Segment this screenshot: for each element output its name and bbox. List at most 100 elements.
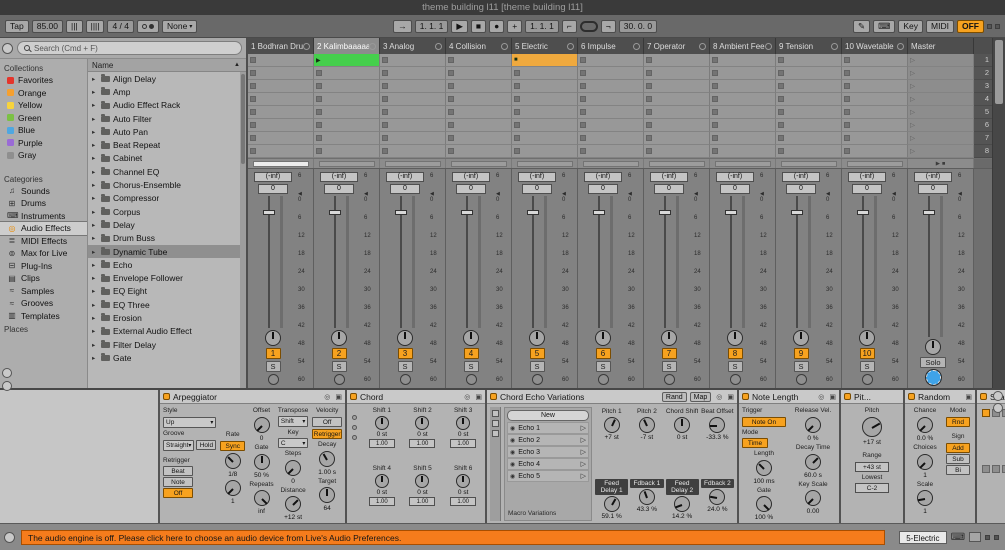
- volume-fader[interactable]: [776, 196, 826, 328]
- param-value[interactable]: 0 st: [377, 431, 387, 438]
- clip-slot[interactable]: [578, 93, 644, 106]
- volume-fader[interactable]: [446, 196, 496, 328]
- retrigger-beat-button[interactable]: Beat: [163, 466, 193, 477]
- record-button[interactable]: ●: [489, 19, 505, 33]
- macro-knob[interactable]: [674, 496, 691, 512]
- param-value[interactable]: inf: [249, 508, 274, 515]
- status-left-toggle[interactable]: [4, 531, 15, 543]
- clip-slot[interactable]: [578, 54, 644, 67]
- velocity-field[interactable]: Off: [312, 416, 342, 427]
- clip-stop-button[interactable]: [778, 148, 784, 154]
- audio-engine-warning[interactable]: The audio engine is off. Please click he…: [21, 529, 886, 545]
- track-header-9[interactable]: 9 Tension: [776, 38, 842, 54]
- arm-button[interactable]: [465, 374, 477, 385]
- clip-slot[interactable]: [512, 67, 578, 80]
- scrollbar-handle[interactable]: [995, 40, 1003, 104]
- clip-stop-button[interactable]: [250, 148, 256, 154]
- repeats-knob[interactable]: [253, 490, 270, 507]
- volume-fader[interactable]: [842, 196, 892, 328]
- key-menu[interactable]: C ▾: [277, 438, 309, 449]
- browser-list-header[interactable]: Name ▲: [88, 59, 246, 72]
- browser-scrollbar[interactable]: [240, 72, 246, 388]
- param-value[interactable]: 1.00 s: [312, 469, 342, 476]
- param-value[interactable]: 0 st: [417, 431, 427, 438]
- search-input[interactable]: Search (Cmd + F): [17, 41, 242, 55]
- collection-item[interactable]: Purple: [0, 137, 87, 150]
- recall-variation-icon[interactable]: ◉: [510, 425, 515, 432]
- volume-fader[interactable]: [644, 196, 694, 328]
- solo-button[interactable]: S: [529, 361, 545, 372]
- browser-item[interactable]: ▸ Audio Effect Rack: [88, 99, 246, 112]
- decay-knob[interactable]: [319, 450, 336, 467]
- clip-stop-button[interactable]: [712, 135, 718, 141]
- param-value[interactable]: 60.0 s: [790, 472, 836, 479]
- groove-menu[interactable]: Straight ▾: [163, 439, 195, 451]
- clip-slot[interactable]: [644, 145, 710, 158]
- draw-mode-button[interactable]: ✎: [852, 19, 871, 33]
- preview-volume-knob[interactable]: [924, 369, 942, 386]
- clip-slot[interactable]: [842, 54, 908, 67]
- pan-knob[interactable]: [793, 330, 809, 346]
- variation-row[interactable]: ◉ Echo 2 ▷: [507, 434, 589, 446]
- arm-button[interactable]: [267, 374, 279, 385]
- fader-handle[interactable]: [527, 210, 539, 215]
- clip-stop-button[interactable]: [514, 109, 520, 115]
- retrigger-note-button[interactable]: Note: [163, 477, 193, 488]
- expand-caret-icon[interactable]: ▸: [92, 354, 98, 362]
- collection-item[interactable]: Blue: [0, 124, 87, 137]
- browser-bottom-toggle[interactable]: [2, 368, 12, 378]
- arrangement-position-field[interactable]: 1. 1. 1: [414, 19, 449, 33]
- clip-stop-button[interactable]: [250, 57, 256, 63]
- launch-variation-icon[interactable]: ▷: [581, 448, 586, 456]
- clip-slot[interactable]: [578, 67, 644, 80]
- meter-peak-display[interactable]: (-inf): [914, 172, 952, 182]
- scene-launch-slot[interactable]: ▷: [908, 106, 974, 119]
- scene-launch-slot[interactable]: ▷: [908, 119, 974, 132]
- browser-item[interactable]: ▸ Echo: [88, 258, 246, 271]
- clip-stop-button[interactable]: [580, 57, 586, 63]
- new-variation-button[interactable]: New: [507, 410, 589, 421]
- track-activator[interactable]: 1: [265, 348, 281, 359]
- scale-knob[interactable]: [917, 490, 933, 507]
- macro-knob[interactable]: [674, 416, 691, 433]
- track-activator[interactable]: 6: [595, 348, 611, 359]
- solo-button[interactable]: S: [859, 361, 875, 372]
- expand-caret-icon[interactable]: ▸: [92, 301, 98, 309]
- clip-slot[interactable]: [446, 93, 512, 106]
- sign-add-button[interactable]: Add: [946, 442, 970, 453]
- expand-caret-icon[interactable]: ▸: [92, 221, 98, 229]
- rand-button[interactable]: Rand: [661, 391, 687, 402]
- shift-knob[interactable]: [415, 415, 430, 430]
- track-header-10[interactable]: 10 Wavetable: [842, 38, 908, 54]
- nudge-down-button[interactable]: |||: [66, 19, 83, 33]
- track-activator[interactable]: 5: [529, 348, 545, 359]
- master-solo-button[interactable]: Solo: [920, 357, 946, 368]
- clip-slot[interactable]: [380, 119, 446, 132]
- clip-stop-button[interactable]: [778, 122, 784, 128]
- device-on-toggle[interactable]: [844, 393, 851, 400]
- clip-stop-button[interactable]: [514, 148, 520, 154]
- track-fold-icon[interactable]: [435, 42, 442, 50]
- param-value[interactable]: 64: [312, 505, 342, 512]
- expand-caret-icon[interactable]: ▸: [92, 208, 98, 216]
- scene-launch-icon[interactable]: ▷: [910, 82, 915, 90]
- clip-slot[interactable]: [446, 80, 512, 93]
- punch-in-button[interactable]: ⌐: [561, 19, 577, 33]
- browser-item[interactable]: ▸ Cabinet: [88, 152, 246, 165]
- session-vertical-scrollbar[interactable]: [992, 38, 1005, 388]
- clip-slot[interactable]: [446, 145, 512, 158]
- expand-caret-icon[interactable]: ▸: [92, 128, 98, 136]
- volume-fader[interactable]: [512, 196, 562, 328]
- distance-knob[interactable]: [285, 496, 302, 513]
- clip-stop-button[interactable]: [580, 135, 586, 141]
- scene-number[interactable]: 7: [974, 132, 992, 145]
- expand-caret-icon[interactable]: ▸: [92, 327, 98, 335]
- clip-slot[interactable]: [644, 119, 710, 132]
- clip-stop-button[interactable]: [448, 109, 454, 115]
- clip-stop-button[interactable]: [712, 70, 718, 76]
- clip-slot[interactable]: [644, 106, 710, 119]
- clip-slot[interactable]: [776, 54, 842, 67]
- sign-bi-button[interactable]: Bi: [946, 464, 970, 475]
- macro-knob[interactable]: [638, 488, 655, 505]
- clip-stop-button[interactable]: [382, 122, 388, 128]
